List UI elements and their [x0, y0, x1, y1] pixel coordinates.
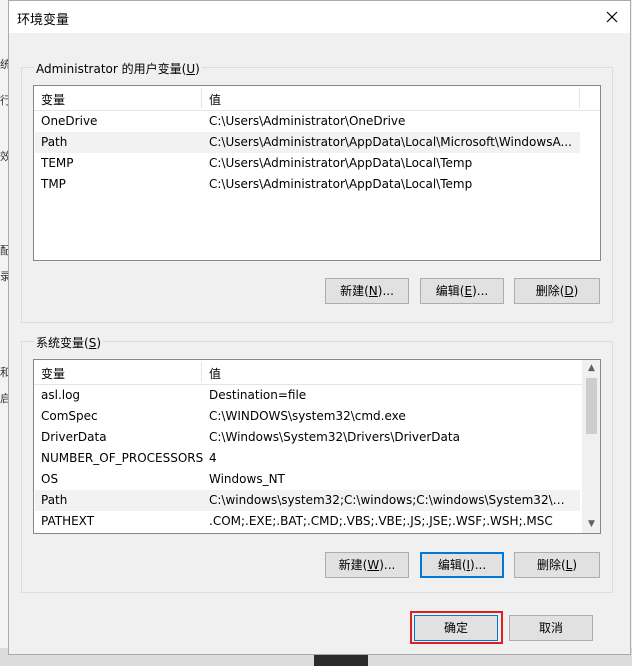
variable-value: Destination=file [209, 388, 307, 402]
system-delete-button[interactable]: 删除(L) [514, 552, 600, 578]
list-header: 变量 值 [34, 86, 600, 111]
variable-value: C:\Users\Administrator\AppData\Local\Mic… [209, 135, 572, 149]
variable-name: DriverData [41, 430, 107, 444]
user-delete-button[interactable]: 删除(D) [514, 278, 600, 304]
table-row[interactable]: OneDrive C:\Users\Administrator\OneDrive [35, 111, 580, 132]
variable-value: C:\Users\Administrator\AppData\Local\Tem… [209, 177, 473, 191]
table-row[interactable]: NUMBER_OF_PROCESSORS 4 [35, 448, 580, 469]
vertical-scrollbar[interactable]: ▲ ▼ [582, 360, 600, 533]
scroll-up-icon[interactable]: ▲ [583, 360, 600, 377]
variable-name: PATHEXT [41, 514, 95, 528]
table-row[interactable]: OS Windows_NT [35, 469, 580, 490]
title-bar: 环境变量 [9, 1, 630, 33]
system-variables-list[interactable]: 变量 值 asl.log Destination=file ComSpec C:… [33, 359, 601, 534]
variable-name: asl.log [41, 388, 81, 402]
user-new-button[interactable]: 新建(N)... [325, 278, 409, 304]
variable-value: C:\windows\system32;C:\windows;C:\window… [209, 493, 575, 507]
cancel-button[interactable]: 取消 [509, 615, 593, 641]
column-header-variable[interactable]: 变量 [41, 91, 65, 108]
variable-value: C:\Windows\System32\Drivers\DriverData [209, 430, 460, 444]
table-row[interactable]: PATHEXT .COM;.EXE;.BAT;.CMD;.VBS;.VBE;.J… [35, 511, 580, 532]
variable-name: ComSpec [41, 409, 98, 423]
table-row[interactable]: TMP C:\Users\Administrator\AppData\Local… [35, 174, 580, 195]
table-row[interactable]: Path C:\windows\system32;C:\windows;C:\w… [35, 490, 580, 511]
table-row[interactable]: TEMP C:\Users\Administrator\AppData\Loca… [35, 153, 580, 174]
list-header: 变量 值 [34, 360, 600, 385]
scroll-down-icon[interactable]: ▼ [583, 516, 600, 533]
table-row[interactable]: Path C:\Users\Administrator\AppData\Loca… [35, 132, 580, 153]
column-separator[interactable] [579, 88, 580, 108]
user-edit-button[interactable]: 编辑(E)... [420, 278, 504, 304]
variable-value: Windows_NT [209, 472, 285, 486]
variable-name: NUMBER_OF_PROCESSORS [41, 451, 204, 465]
variable-value: 4 [209, 451, 217, 465]
column-header-value[interactable]: 值 [209, 365, 221, 382]
column-header-variable[interactable]: 变量 [41, 365, 65, 382]
user-variables-list[interactable]: 变量 值 OneDrive C:\Users\Administrator\One… [33, 85, 601, 261]
system-variables-label: 系统变量(S) [34, 334, 103, 351]
variable-name: TEMP [41, 156, 74, 170]
window-title: 环境变量 [17, 13, 70, 28]
environment-variables-dialog: 环境变量 Administrator 的用户变量(U) 变量 值 OneDriv… [8, 0, 631, 655]
column-header-value[interactable]: 值 [209, 91, 221, 108]
variable-value: .COM;.EXE;.BAT;.CMD;.VBS;.VBE;.JS;.JSE;.… [209, 514, 553, 528]
close-button[interactable] [600, 5, 624, 29]
scrollbar-thumb[interactable] [586, 378, 597, 434]
column-separator[interactable] [201, 88, 202, 108]
close-icon [606, 11, 618, 23]
system-edit-button[interactable]: 编辑(I)... [420, 552, 504, 578]
system-new-button[interactable]: 新建(W)... [325, 552, 409, 578]
variable-name: TMP [41, 177, 66, 191]
variable-name: Path [41, 493, 68, 507]
taskbar-item [314, 654, 368, 666]
variable-name: Path [41, 135, 68, 149]
variable-value: C:\Users\Administrator\AppData\Local\Tem… [209, 156, 473, 170]
ok-button[interactable]: 确定 [414, 615, 498, 641]
table-row[interactable]: asl.log Destination=file [35, 385, 580, 406]
variable-value: C:\WINDOWS\system32\cmd.exe [209, 409, 406, 423]
user-variables-label: Administrator 的用户变量(U) [34, 60, 202, 77]
variable-name: OneDrive [41, 114, 98, 128]
table-row[interactable]: ComSpec C:\WINDOWS\system32\cmd.exe [35, 406, 580, 427]
column-separator[interactable] [201, 362, 202, 382]
variable-value: C:\Users\Administrator\OneDrive [209, 114, 406, 128]
table-row[interactable]: DriverData C:\Windows\System32\Drivers\D… [35, 427, 580, 448]
variable-name: OS [41, 472, 59, 486]
